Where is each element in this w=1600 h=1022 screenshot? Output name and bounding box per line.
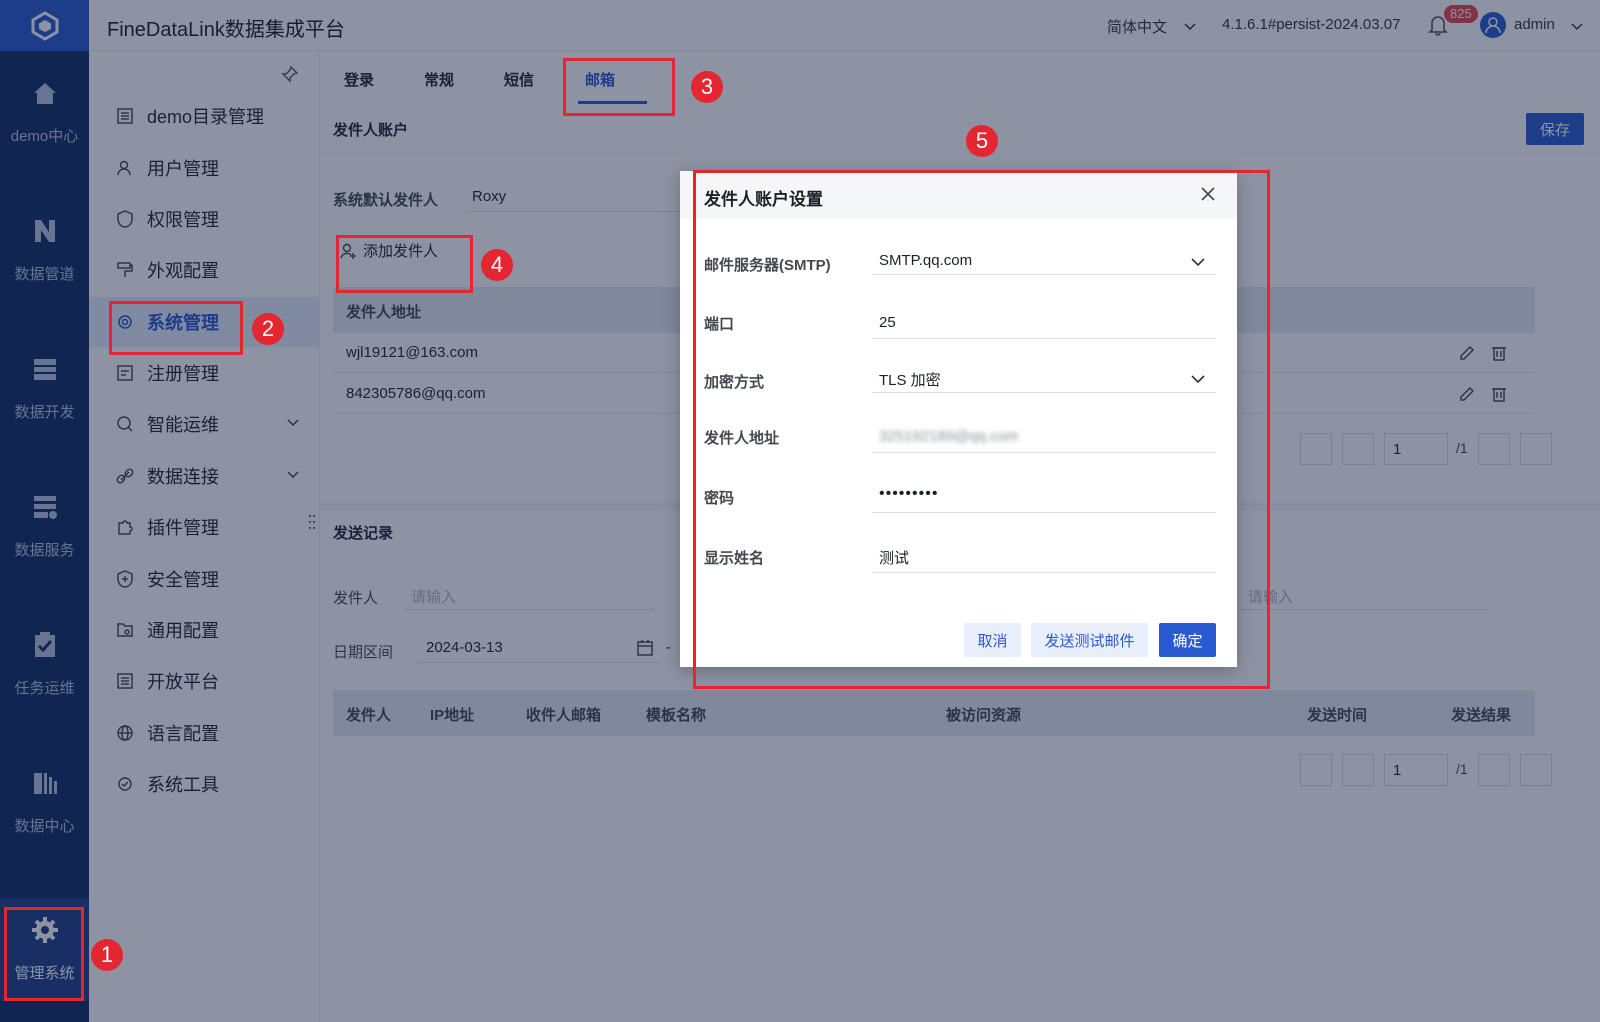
annotation-box (563, 58, 675, 116)
annotation-number: 1 (91, 939, 123, 971)
annotation-number: 4 (481, 249, 513, 281)
annotation-number: 5 (966, 125, 998, 157)
annotation-box (336, 235, 473, 293)
annotation-number: 2 (252, 313, 284, 345)
annotation-box (4, 907, 84, 1001)
annotation-box (109, 301, 243, 355)
annotation-box (693, 170, 1270, 689)
annotation-number: 3 (691, 71, 723, 103)
